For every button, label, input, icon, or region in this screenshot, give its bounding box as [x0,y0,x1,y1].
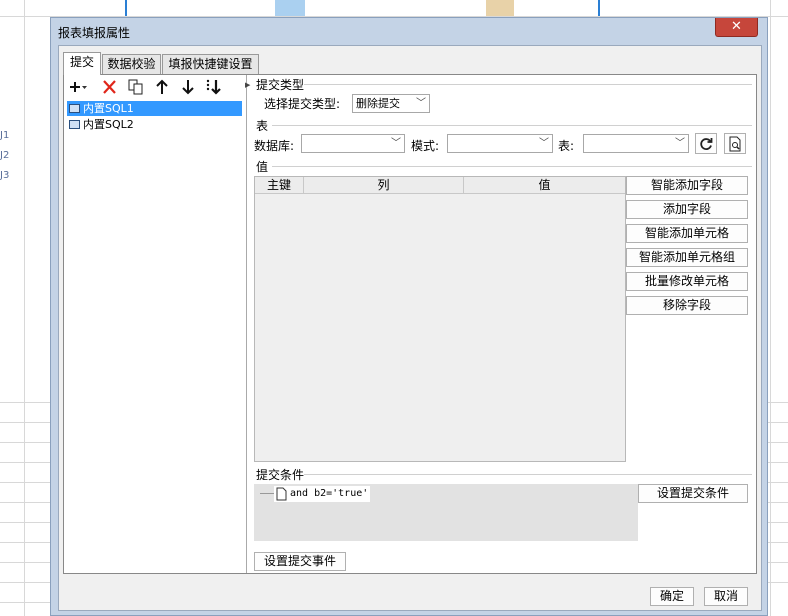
table-select[interactable]: ﹀ [583,134,689,153]
close-button[interactable]: ✕ [715,18,758,37]
copy-icon[interactable] [126,78,146,96]
submit-type-section-label: 提交类型 [256,78,305,92]
submit-list-panel: ▶ 内置SQL1 内置SQL2 [64,75,250,573]
column-header-value[interactable]: 值 [464,177,625,194]
preview-table-button[interactable] [724,133,746,154]
submit-config-panel: 提交类型 选择提交类型: 删除提交 ﹀ 表 数据库: ﹀ 模式: ﹀ 表: ﹀ … [248,75,756,573]
column-header-column[interactable]: 列 [304,177,464,194]
list-item-sql1[interactable]: 内置SQL1 [67,101,242,116]
condition-item[interactable]: and b2='true' [274,486,370,502]
add-icon[interactable] [68,78,88,96]
sql-icon [69,120,80,129]
table-section-label: 表 [256,119,269,133]
close-icon: ✕ [731,19,742,34]
database-select[interactable]: ﹀ [301,134,405,153]
row-label: J1 [0,130,10,141]
chevron-down-icon: ﹀ [675,138,685,149]
smart-add-cell-button[interactable]: 智能添加单元格 [626,224,748,243]
move-bottom-icon[interactable] [204,78,224,96]
row-label: J2 [0,150,10,161]
list-item-sql2[interactable]: 内置SQL2 [67,117,242,132]
value-table[interactable]: 主键 列 值 [254,176,626,462]
set-condition-button[interactable]: 设置提交条件 [638,484,748,503]
dialog-client: 提交 数据校验 填报快捷键设置 ▶ 内置SQL1 内置SQL2 提交类型 选择提… [58,45,762,611]
refresh-icon [700,138,713,150]
document-search-icon [729,136,741,152]
document-icon [276,487,287,501]
set-submit-event-button[interactable]: 设置提交事件 [254,552,346,571]
submit-type-field-label: 选择提交类型: [264,97,341,111]
add-field-button[interactable]: 添加字段 [626,200,748,219]
schema-select[interactable]: ﹀ [447,134,553,153]
value-section-label: 值 [256,160,269,174]
database-label: 数据库: [254,139,295,153]
dialog-titlebar[interactable]: 报表填报属性 ✕ [51,18,767,44]
sql-icon [69,104,80,113]
tab-submit[interactable]: 提交 [63,52,101,75]
delete-icon[interactable] [100,78,120,96]
smart-add-field-button[interactable]: 智能添加字段 [626,176,748,195]
list-item-label: 内置SQL1 [83,102,134,115]
submit-type-value: 删除提交 [356,97,400,110]
move-up-icon[interactable] [152,78,172,96]
chevron-down-icon: ﹀ [391,138,401,149]
cancel-button[interactable]: 取消 [704,587,748,606]
condition-item-label: and b2='true' [290,488,369,499]
row-label: J3 [0,170,10,181]
batch-modify-cells-button[interactable]: 批量修改单元格 [626,272,748,291]
smart-add-cell-group-button[interactable]: 智能添加单元格组 [626,248,748,267]
dialog-window: 报表填报属性 ✕ 提交 数据校验 填报快捷键设置 ▶ 内置SQL1 内置SQL2… [50,17,768,616]
condition-tree[interactable]: and b2='true' [254,484,638,541]
refresh-button[interactable] [695,133,717,154]
tab-pane: ▶ 内置SQL1 内置SQL2 提交类型 选择提交类型: 删除提交 ﹀ 表 数据… [63,74,757,574]
chevron-down-icon: ﹀ [416,98,426,109]
condition-section-label: 提交条件 [256,468,305,482]
column-header-key[interactable]: 主键 [255,177,304,194]
move-down-icon[interactable] [178,78,198,96]
ok-button[interactable]: 确定 [650,587,694,606]
tab-shortcut-settings[interactable]: 填报快捷键设置 [162,54,259,74]
table-label: 表: [558,139,575,153]
remove-field-button[interactable]: 移除字段 [626,296,748,315]
chevron-down-icon: ﹀ [539,138,549,149]
tab-data-validation[interactable]: 数据校验 [102,54,161,74]
schema-label: 模式: [411,139,440,153]
submit-type-select[interactable]: 删除提交 ﹀ [352,94,430,113]
list-item-label: 内置SQL2 [83,118,134,131]
dialog-title: 报表填报属性 [58,26,131,40]
